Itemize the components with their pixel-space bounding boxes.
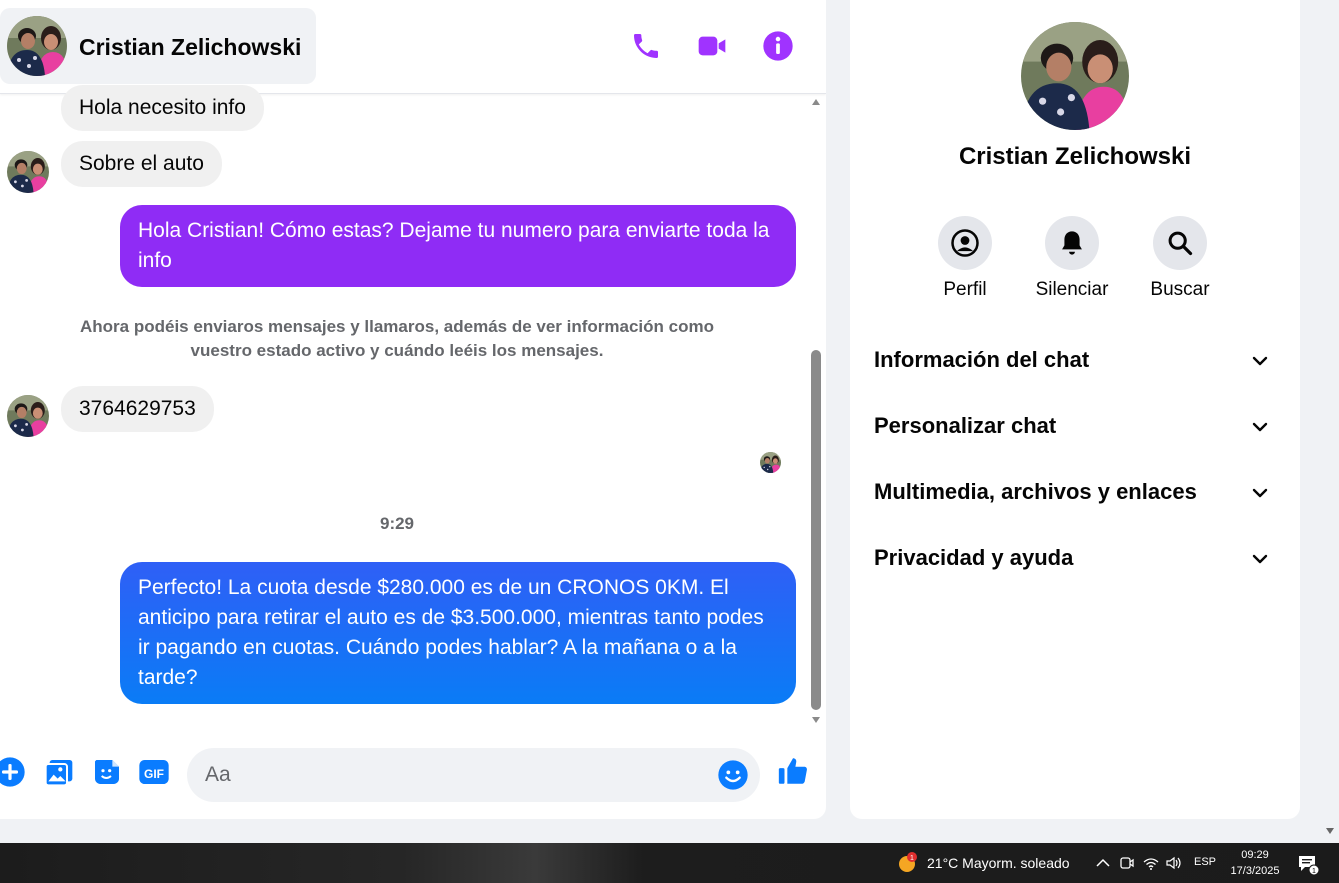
search-in-chat-button[interactable]: Buscar [1130,216,1230,301]
section-title: Multimedia, archivos y enlaces [874,479,1197,504]
profile-label: Perfil [943,279,987,300]
avatar[interactable] [1021,22,1129,130]
system-notice: Ahora podéis enviaros mensajes y llamaro… [80,317,714,360]
clock-time: 09:29 [1241,849,1269,861]
section-title: Privacidad y ayuda [874,545,1074,570]
avatar [7,395,49,437]
mute-button[interactable]: Silenciar [1022,216,1122,301]
clock[interactable]: 09:29 17/3/2025 [1222,847,1288,879]
incoming-message[interactable]: 3764629753 [61,386,214,432]
chevron-down-icon [1252,554,1268,564]
message-input-wrapper [187,748,760,802]
message-scrollbar[interactable] [808,95,824,725]
message-composer: GIF [0,740,826,808]
clock-date: 17/3/2025 [1230,865,1280,877]
wifi-icon[interactable] [1142,854,1160,872]
like-icon[interactable] [776,754,810,788]
meet-icon[interactable] [1118,854,1136,872]
incoming-message[interactable]: Sobre el auto [61,141,222,187]
scroll-down-arrow[interactable] [812,717,820,723]
sticker-icon[interactable] [91,756,123,788]
page-scroll-down-arrow[interactable] [1326,828,1334,834]
profile-button[interactable]: Perfil [915,216,1015,301]
info-icon[interactable] [762,30,794,62]
video-icon[interactable] [696,30,728,62]
contact-name: Cristian Zelichowski [958,143,1192,170]
avatar [7,151,49,193]
incoming-message[interactable]: Hola necesito info [61,85,264,131]
scroll-thumb[interactable] [811,350,821,710]
outgoing-message[interactable]: Perfecto! La cuota desde $280.000 es de … [120,562,796,704]
emoji-icon[interactable] [717,759,749,791]
chevron-down-icon [1252,356,1268,366]
search-label: Buscar [1150,279,1210,300]
language-indicator[interactable]: ESP [1194,856,1216,868]
notification-count: 1 [1312,868,1316,875]
taskbar: 1 21°C Mayorm. soleado ESP 09:29 17/3/20… [0,843,1339,883]
contact-name: Cristian Zelichowski [79,34,302,60]
weather-badge: 1 [910,855,914,862]
chevron-up-icon[interactable] [1094,854,1112,872]
section-title: Personalizar chat [874,413,1057,438]
search-icon [1168,231,1193,256]
chat-header: Cristian Zelichowski [0,0,826,94]
mute-label: Silenciar [1035,279,1109,300]
seen-indicator-avatar [760,452,781,473]
outgoing-message[interactable]: Hola Cristian! Cómo estas? Dejame tu num… [120,205,796,287]
message-list[interactable]: Hola necesito info Sobre el auto Hola Cr… [0,85,808,725]
volume-icon[interactable] [1165,854,1183,872]
message-input[interactable] [205,760,705,790]
contact-header-button[interactable]: Cristian Zelichowski [0,8,316,84]
svg-text:GIF: GIF [144,767,164,781]
section-chat-info[interactable]: Información del chat [860,333,1290,389]
section-media-files-links[interactable]: Multimedia, archivos y enlaces [860,465,1290,521]
gif-icon[interactable]: GIF [138,756,170,788]
conversation-info-panel: Cristian Zelichowski Perfil Silenciar Bu… [850,0,1300,819]
weather-icon[interactable]: 1 [897,852,919,874]
chat-panel: Cristian Zelichowski Hola necesito info … [0,0,826,819]
notifications-icon[interactable]: 1 [1296,852,1320,876]
bell-icon [1062,231,1082,255]
section-customize-chat[interactable]: Personalizar chat [860,399,1290,455]
avatar [7,16,67,76]
section-title: Información del chat [874,347,1090,372]
phone-icon[interactable] [630,30,662,62]
plus-icon[interactable] [0,756,26,788]
scroll-up-arrow[interactable] [812,99,820,105]
profile-icon [951,229,979,257]
section-privacy-help[interactable]: Privacidad y ayuda [860,531,1290,587]
image-icon[interactable] [43,756,75,788]
message-timestamp: 9:29 [379,514,415,533]
chevron-down-icon [1252,488,1268,498]
weather-text[interactable]: 21°C Mayorm. soleado [927,855,1070,871]
chevron-down-icon [1252,422,1268,432]
